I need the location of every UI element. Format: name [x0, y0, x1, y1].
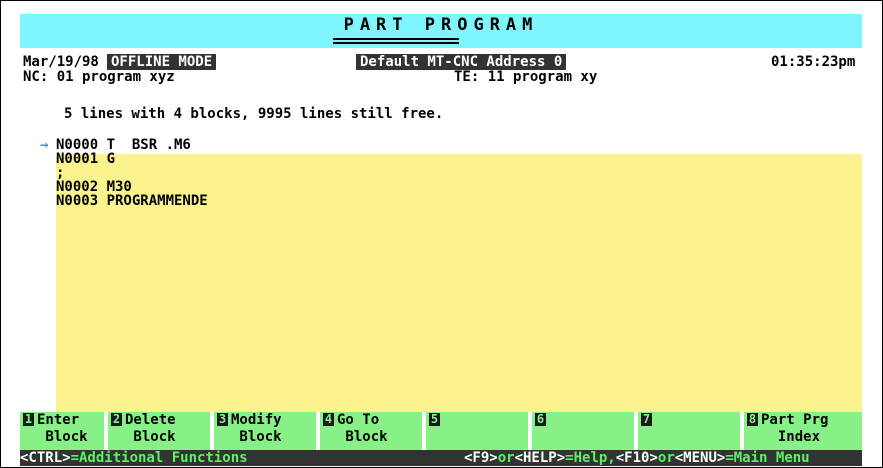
fkey-label: Go To — [337, 412, 380, 428]
fkey-label: Enter — [37, 412, 80, 428]
fkey-number: 1 — [23, 412, 34, 426]
mode-badge: OFFLINE MODE — [107, 54, 217, 70]
clock: 01:35:23pm — [771, 54, 856, 70]
program-line[interactable]: N0000 T BSR .M6 — [56, 138, 208, 152]
ctrl-hint: =Additional Functions — [70, 450, 248, 466]
fkey-number: 5 — [429, 412, 440, 426]
machine-address: Default MT-CNC Address 0 — [356, 54, 567, 70]
fkey-label: Index — [761, 429, 821, 445]
fkey-6-button[interactable]: 6 — [532, 412, 634, 450]
or-text: or — [497, 450, 515, 466]
title-bar: PART PROGRAM — [20, 14, 862, 48]
f9-key: <F9> — [464, 450, 498, 466]
fkey-number: 7 — [641, 412, 652, 426]
fkey-number: 6 — [535, 412, 546, 426]
fkey-number: 2 — [111, 412, 122, 426]
program-line[interactable]: N0001 G — [56, 152, 208, 166]
title-underline — [333, 38, 459, 40]
title-underline-2 — [333, 42, 459, 44]
help-hint: =Help, — [565, 450, 616, 466]
program-info: 5 lines with 4 blocks, 9995 lines still … — [64, 106, 444, 122]
part-prg-index-button[interactable]: 8 Part Prg Index — [744, 412, 862, 450]
or-text: or — [657, 450, 675, 466]
go-to-block-button[interactable]: 4 Go To Block — [320, 412, 422, 450]
fkey-7-button[interactable]: 7 — [638, 412, 740, 450]
te-program: TE: 11 program xy — [454, 69, 598, 85]
f10-key: <F10> — [615, 450, 658, 466]
function-key-bar: 1 Enter Block 2 Delete Block 3 Modify Bl… — [20, 412, 862, 450]
fkey-number: 3 — [217, 412, 228, 426]
fkey-label: Block — [125, 429, 176, 445]
program-lines: N0000 T BSR .M6 N0001 G ; N0002 M30 N000… — [56, 138, 208, 208]
fkey-label: Delete — [125, 412, 176, 428]
help-key: <HELP> — [514, 450, 566, 466]
page-title: PART PROGRAM — [343, 15, 539, 35]
terminal-screen: PART PROGRAM Mar/19/98 OFFLINE MODE Defa… — [20, 14, 862, 466]
fkey-label: Block — [337, 429, 388, 445]
window-frame: PART PROGRAM Mar/19/98 OFFLINE MODE Defa… — [0, 0, 883, 468]
program-line[interactable]: N0002 M30 — [56, 180, 208, 194]
date-label: Mar/19/98 — [23, 54, 99, 70]
cursor-arrow-icon: → — [40, 137, 49, 153]
help-hints: <F9>or<HELP>=Help,<F10>or<MENU>=Main Men… — [464, 450, 810, 466]
nc-program: NC: 01 program xyz — [23, 69, 175, 85]
program-line[interactable]: ; — [56, 166, 208, 180]
menu-key: <MENU> — [674, 450, 726, 466]
delete-block-button[interactable]: 2 Delete Block — [108, 412, 210, 450]
fkey-label: Block — [37, 429, 88, 445]
ctrl-key: <CTRL> — [20, 450, 71, 466]
status-bar: <CTRL>=Additional Functions <F9>or<HELP>=… — [20, 450, 862, 466]
fkey-label: Part Prg — [761, 412, 829, 428]
fkey-number: 8 — [747, 412, 758, 426]
fkey-label: Modify — [231, 412, 282, 428]
enter-block-button[interactable]: 1 Enter Block — [20, 412, 104, 450]
fkey-label: Block — [231, 429, 282, 445]
modify-block-button[interactable]: 3 Modify Block — [214, 412, 316, 450]
program-line[interactable]: N0003 PROGRAMMENDE — [56, 194, 208, 208]
fkey-number: 4 — [323, 412, 334, 426]
menu-hint: =Main Menu — [725, 450, 810, 466]
fkey-5-button[interactable]: 5 — [426, 412, 528, 450]
